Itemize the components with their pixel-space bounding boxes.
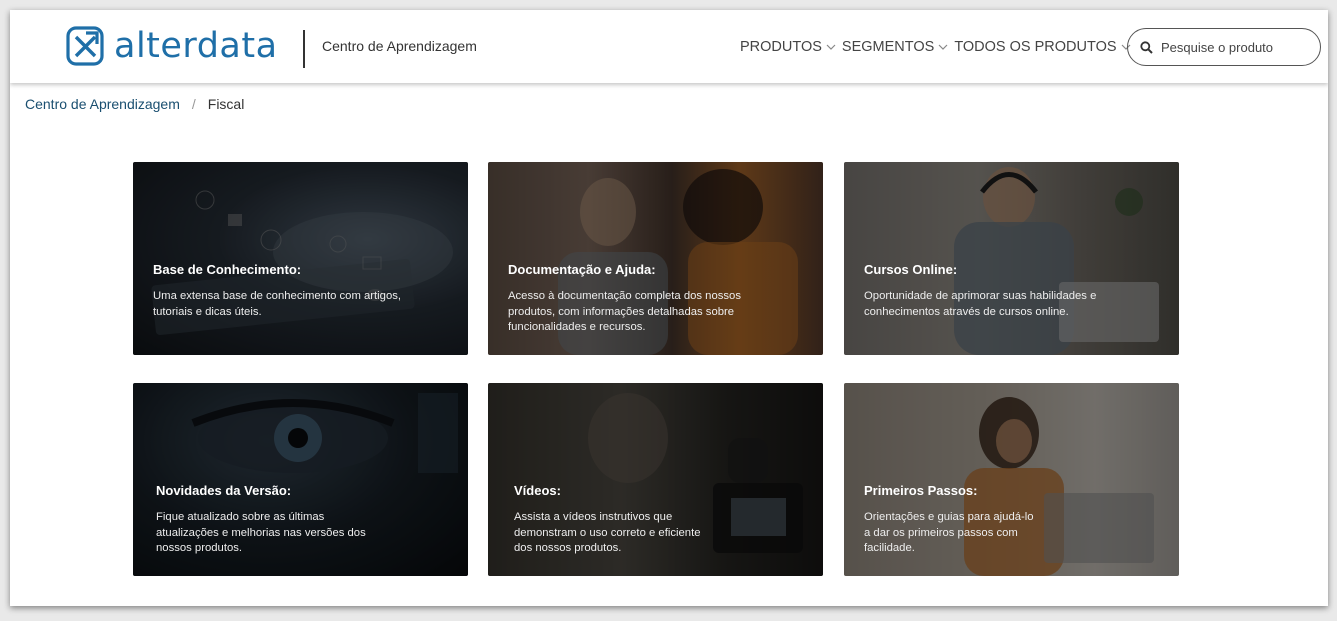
breadcrumb-current: Fiscal xyxy=(207,96,245,112)
card-text: Vídeos: Assista a vídeos instrutivos que… xyxy=(514,483,803,557)
card-overlay xyxy=(133,162,468,355)
search-icon xyxy=(1140,40,1153,54)
breadcrumb-separator: / xyxy=(191,96,196,112)
brand-name: alterdata xyxy=(114,26,278,66)
card-text: Documentação e Ajuda: Acesso à documenta… xyxy=(508,262,803,336)
card-text: Base de Conhecimento: Uma extensa base d… xyxy=(153,262,448,320)
search-input[interactable] xyxy=(1159,38,1313,56)
card-documentacao-e-ajuda[interactable]: Documentação e Ajuda: Acesso à documenta… xyxy=(488,162,823,355)
header-divider xyxy=(303,30,305,68)
card-description: Orientações e guias para ajudá-lo a dar … xyxy=(864,511,1034,554)
card-title: Vídeos: xyxy=(514,483,561,498)
alterdata-logo[interactable]: alterdata xyxy=(66,23,278,69)
card-title: Primeiros Passos: xyxy=(864,483,978,498)
browser-page: alterdata Centro de Aprendizagem PRODUTO… xyxy=(10,10,1328,606)
card-text: Primeiros Passos: Orientações e guias pa… xyxy=(864,483,1159,557)
card-novidades-da-versao[interactable]: Novidades da Versão: Fique atualizado so… xyxy=(133,383,468,576)
card-description: Acesso à documentação completa dos nosso… xyxy=(508,290,741,333)
card-title: Base de Conhecimento: xyxy=(153,262,302,277)
card-text: Novidades da Versão: Fique atualizado so… xyxy=(156,483,448,557)
card-description: Uma extensa base de conhecimento com art… xyxy=(153,290,402,318)
main-nav: PRODUTOS SEGMENTOS TODOS OS PRODUTOS xyxy=(740,39,1137,55)
card-cursos-online[interactable]: Cursos Online: Oportunidade de aprimorar… xyxy=(844,162,1179,355)
breadcrumb-link-home[interactable]: Centro de Aprendizagem xyxy=(25,96,180,112)
nav-todos-os-produtos[interactable]: TODOS OS PRODUTOS xyxy=(954,39,1130,55)
alterdata-logo-icon xyxy=(66,26,104,66)
site-subtitle: Centro de Aprendizagem xyxy=(322,38,477,54)
site-header: alterdata Centro de Aprendizagem PRODUTO… xyxy=(10,10,1328,83)
card-base-de-conhecimento[interactable]: Base de Conhecimento: Uma extensa base d… xyxy=(133,162,468,355)
card-overlay xyxy=(844,162,1179,355)
card-description: Assista a vídeos instrutivos que demonst… xyxy=(514,511,701,554)
nav-todos-label: TODOS OS PRODUTOS xyxy=(954,39,1117,55)
card-title: Documentação e Ajuda: xyxy=(508,262,656,277)
card-videos[interactable]: Vídeos: Assista a vídeos instrutivos que… xyxy=(488,383,823,576)
nav-segmentos-label: SEGMENTOS xyxy=(841,39,935,55)
card-primeiros-passos[interactable]: Primeiros Passos: Orientações e guias pa… xyxy=(844,383,1179,576)
nav-produtos[interactable]: PRODUTOS xyxy=(740,39,836,55)
card-title: Cursos Online: xyxy=(864,262,958,277)
card-description: Oportunidade de aprimorar suas habilidad… xyxy=(864,290,1097,318)
nav-segmentos[interactable]: SEGMENTOS xyxy=(842,39,948,55)
card-text: Cursos Online: Oportunidade de aprimorar… xyxy=(864,262,1159,320)
chevron-down-icon xyxy=(938,44,948,50)
product-search[interactable] xyxy=(1127,28,1321,66)
card-title: Novidades da Versão: xyxy=(156,483,292,498)
nav-produtos-label: PRODUTOS xyxy=(740,39,822,55)
chevron-down-icon xyxy=(826,44,836,50)
breadcrumb: Centro de Aprendizagem / Fiscal xyxy=(25,96,244,112)
card-description: Fique atualizado sobre as últimas atuali… xyxy=(156,511,366,554)
